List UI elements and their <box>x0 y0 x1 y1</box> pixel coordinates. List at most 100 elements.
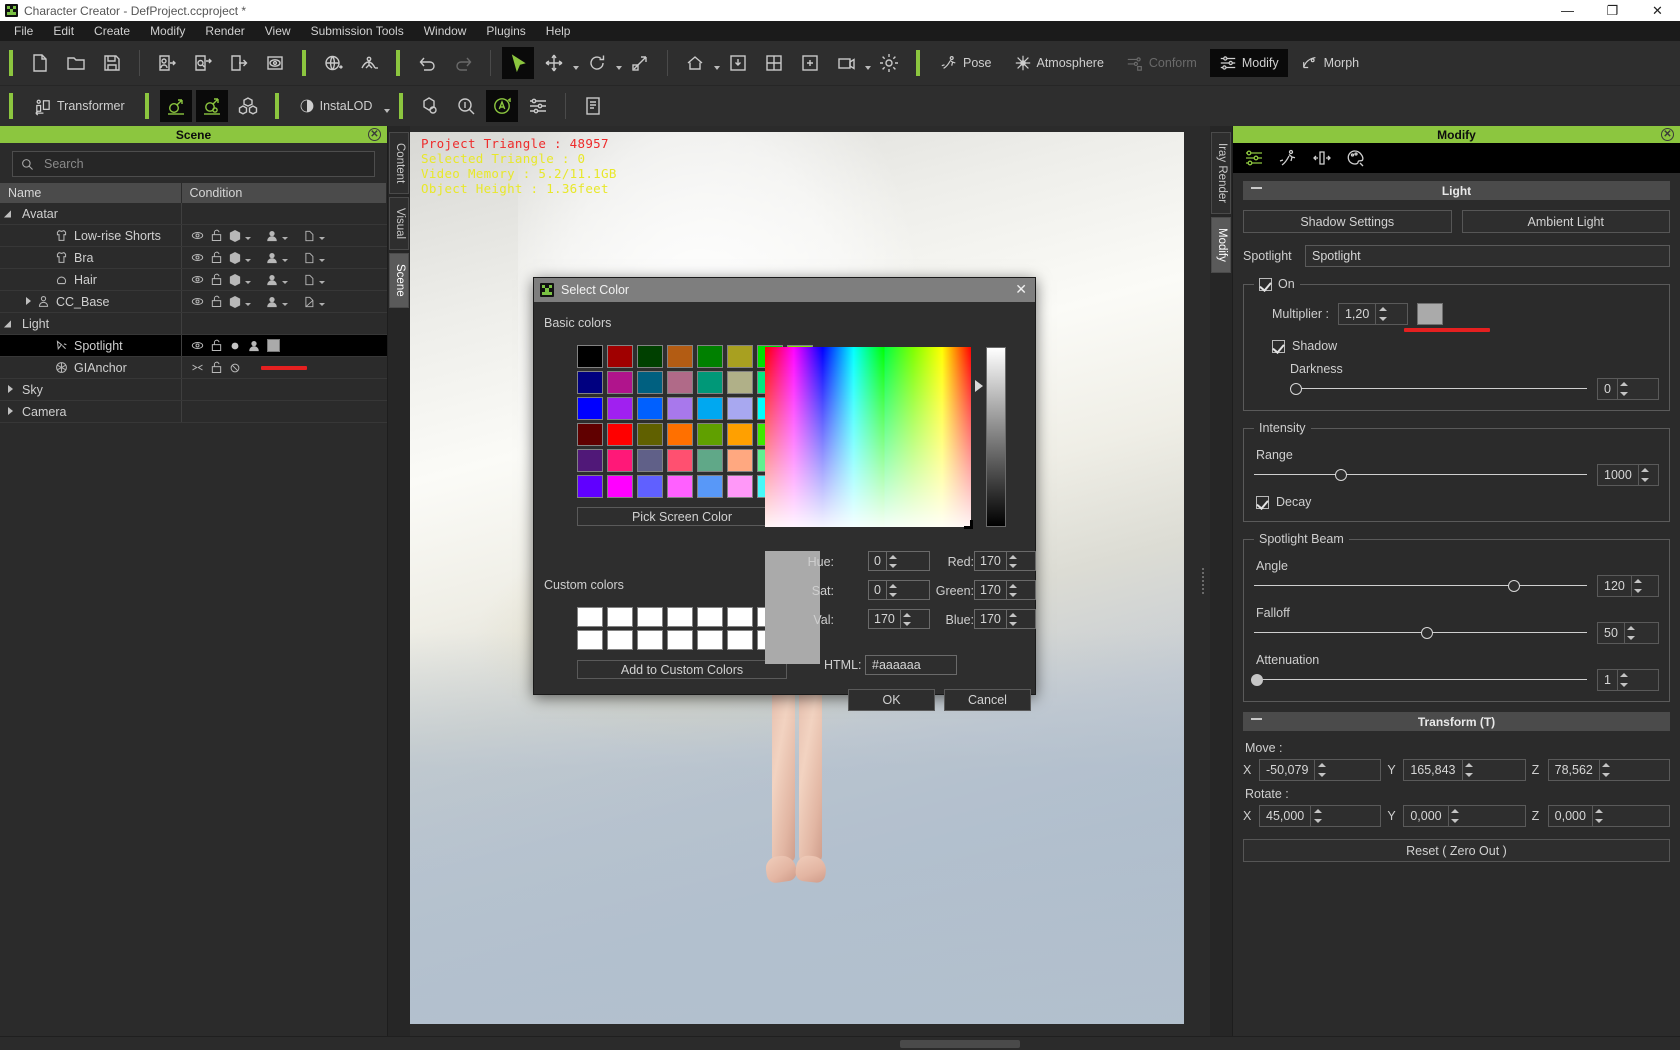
material-icon[interactable] <box>245 336 264 355</box>
stepper-down-icon[interactable] <box>1315 770 1328 780</box>
dropdown-caret-icon[interactable] <box>281 259 288 262</box>
lock-icon[interactable] <box>207 292 226 311</box>
row-name-cell[interactable]: Avatar <box>0 203 182 225</box>
add-to-custom-colors-button[interactable]: Add to Custom Colors <box>577 660 787 679</box>
stepper-up-icon[interactable] <box>1639 465 1652 475</box>
stepper-down-icon[interactable] <box>901 619 913 628</box>
basic-color-swatch[interactable] <box>727 371 753 394</box>
cancel-button[interactable]: Cancel <box>944 689 1031 711</box>
table-row[interactable]: Bra <box>0 246 387 269</box>
row-name-cell[interactable]: CC_Base <box>0 290 182 313</box>
physics-icon[interactable] <box>300 270 319 289</box>
stepper-down-icon[interactable] <box>887 590 899 599</box>
falloff-slider[interactable] <box>1254 624 1587 642</box>
custom-color-swatch[interactable] <box>577 630 603 650</box>
dropdown-caret-icon[interactable] <box>281 281 288 284</box>
stepper-up-icon[interactable] <box>1632 576 1645 586</box>
stepper-up-icon[interactable] <box>901 610 913 619</box>
menu-render[interactable]: Render <box>195 22 254 40</box>
import-prop-icon[interactable] <box>187 47 219 79</box>
table-row[interactable]: Spotlight <box>0 334 387 357</box>
open-folder-icon[interactable] <box>60 47 92 79</box>
row-name-cell[interactable]: Hair <box>0 268 182 291</box>
stepper-up-icon[interactable] <box>1315 760 1328 770</box>
dropdown-caret-icon[interactable] <box>244 281 251 284</box>
row-condition-cell[interactable] <box>181 312 387 335</box>
light-sun-icon[interactable] <box>873 47 905 79</box>
basic-color-swatch[interactable] <box>607 397 633 420</box>
attenuation-stepper[interactable] <box>1616 670 1631 690</box>
row-condition-cell[interactable] <box>181 203 387 225</box>
stepper-up-icon[interactable] <box>1463 760 1476 770</box>
slider-knob[interactable] <box>1289 383 1302 395</box>
stepper-down-icon[interactable] <box>1625 633 1638 643</box>
basic-color-swatch[interactable] <box>577 423 603 446</box>
stepper-up-icon[interactable] <box>1618 670 1631 680</box>
table-row[interactable]: GIAnchor <box>0 356 387 379</box>
vtab-scene[interactable]: Scene <box>389 253 409 309</box>
light-state-icon[interactable] <box>226 336 245 355</box>
scale-gizmo-icon[interactable] <box>624 47 656 79</box>
basic-color-swatch[interactable] <box>727 345 753 368</box>
move-x-spinner[interactable]: -50,079 <box>1259 759 1382 781</box>
preview-icon[interactable] <box>259 47 291 79</box>
pose-tool-icon[interactable] <box>1271 144 1305 172</box>
stepper-up-icon[interactable] <box>887 552 899 561</box>
transform-section-header[interactable]: Transform (T) <box>1243 712 1670 731</box>
basic-color-swatch[interactable] <box>607 449 633 472</box>
ok-button[interactable]: OK <box>848 689 935 711</box>
green-spinner[interactable]: 170 <box>974 580 1036 600</box>
basic-color-swatch[interactable] <box>607 423 633 446</box>
basic-color-swatch[interactable] <box>607 475 633 498</box>
stepper-down-icon[interactable] <box>1639 475 1652 485</box>
pick-screen-color-button[interactable]: Pick Screen Color <box>577 507 787 526</box>
menu-edit[interactable]: Edit <box>43 22 84 40</box>
hue-stepper[interactable] <box>885 552 899 570</box>
material-icon[interactable] <box>263 226 282 245</box>
save-disk-icon[interactable] <box>96 47 128 79</box>
stepper-up-icon[interactable] <box>1625 623 1638 633</box>
table-row[interactable]: Light <box>0 312 387 335</box>
reset-zero-out-button[interactable]: Reset ( Zero Out ) <box>1243 839 1670 862</box>
minimize-button[interactable]: — <box>1545 0 1590 21</box>
custom-color-swatch[interactable] <box>607 630 633 650</box>
angle-slider[interactable] <box>1254 577 1587 595</box>
hue-spinner[interactable]: 0 <box>868 551 930 571</box>
visibility-off-icon[interactable] <box>188 358 207 377</box>
basic-color-swatch[interactable] <box>667 423 693 446</box>
basic-color-swatch[interactable] <box>607 371 633 394</box>
stepper-down-icon[interactable] <box>1618 389 1631 399</box>
ground-icon[interactable] <box>722 47 754 79</box>
male-symbol-icon[interactable] <box>159 90 192 122</box>
auto-setup-icon[interactable] <box>486 90 519 122</box>
basic-color-swatch[interactable] <box>577 475 603 498</box>
rotate-gizmo-icon[interactable] <box>581 47 613 79</box>
custom-color-swatch[interactable] <box>667 607 693 627</box>
status-scrollbar-thumb[interactable] <box>900 1040 1020 1048</box>
motion-path-icon[interactable] <box>353 47 385 79</box>
basic-color-swatch[interactable] <box>697 449 723 472</box>
light-color-swatch[interactable] <box>264 336 283 355</box>
material-icon[interactable] <box>263 248 282 267</box>
mode-button-atmosphere[interactable]: Atmosphere <box>1005 49 1113 77</box>
on-checkbox[interactable] <box>1259 277 1272 291</box>
sat-spinner[interactable]: 0 <box>868 580 930 600</box>
value-bar-arrow-icon[interactable] <box>975 380 983 392</box>
expander-icon[interactable] <box>6 406 17 417</box>
basic-color-swatch[interactable] <box>697 371 723 394</box>
scene-search-box[interactable] <box>12 151 375 177</box>
expander-icon[interactable] <box>6 318 17 329</box>
basic-color-swatch[interactable] <box>577 449 603 472</box>
row-name-cell[interactable]: Sky <box>0 378 182 401</box>
lock-icon[interactable] <box>207 358 226 377</box>
basic-color-swatch[interactable] <box>637 345 663 368</box>
val-spinner[interactable]: 170 <box>868 609 930 629</box>
slider-knob[interactable] <box>1251 674 1264 686</box>
slider-knob[interactable] <box>1507 580 1520 592</box>
search-input[interactable] <box>42 156 366 172</box>
stepper-down-icon[interactable] <box>1600 770 1613 780</box>
home-icon[interactable] <box>679 47 711 79</box>
multiplier-stepper[interactable] <box>1375 304 1389 324</box>
menu-create[interactable]: Create <box>84 22 140 40</box>
close-icon[interactable]: ✕ <box>1661 128 1674 141</box>
